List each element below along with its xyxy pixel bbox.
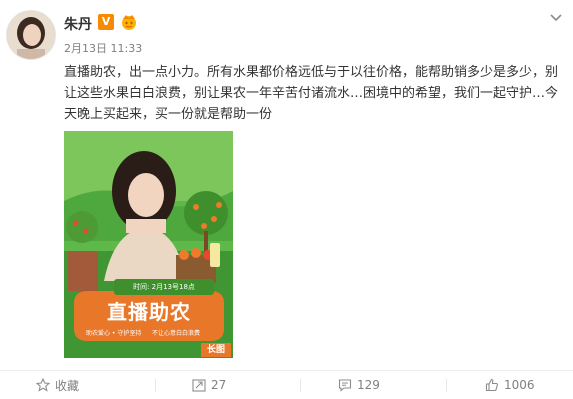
weibo-post-card: 朱丹 V 2月13日 11:33 直播助农，出一点小力。所有水果都价格远低与于以… [0, 0, 573, 399]
favorite-label: 收藏 [55, 378, 80, 393]
vip-crown-icon [119, 12, 139, 32]
like-count: 1006 [504, 378, 535, 392]
action-separator [300, 379, 301, 392]
user-name[interactable]: 朱丹 [64, 14, 92, 34]
comment-count: 129 [357, 378, 380, 392]
comment-icon [338, 379, 352, 392]
thumbs-up-icon [485, 378, 498, 392]
action-separator [446, 379, 447, 392]
forward-count: 27 [211, 378, 227, 392]
poster-time-label: 时间: 2月13号18点 [133, 283, 195, 291]
forward-button[interactable]: 27 [192, 372, 226, 398]
action-divider [0, 370, 573, 371]
poster-title: 直播助农 [107, 300, 191, 324]
poster-subtitle-left: 助农爱心 • 守护坚持 [86, 330, 142, 337]
like-button[interactable]: 1006 [485, 372, 535, 398]
verified-badge-icon: V [98, 14, 114, 30]
comment-button[interactable]: 129 [338, 372, 380, 398]
forward-icon [192, 379, 206, 392]
star-icon [36, 378, 50, 392]
poster-subtitle-right: 不让心意白白浪费 [152, 330, 201, 337]
post-text: 直播助农，出一点小力。所有水果都价格远低与于以往价格，能帮助销多少是多少，别让这… [64, 65, 559, 122]
chevron-down-icon[interactable] [548, 10, 564, 26]
long-image-tag: 长图 [201, 343, 231, 357]
post-image[interactable]: 时间: 2月13号18点 直播助农 助农爱心 • 守护坚持 不让心意白白浪费 长… [64, 131, 233, 358]
action-separator [155, 379, 156, 392]
favorite-button[interactable]: 收藏 [36, 372, 79, 398]
post-time[interactable]: 2月13日 11:33 [64, 40, 142, 56]
avatar[interactable] [6, 10, 56, 60]
